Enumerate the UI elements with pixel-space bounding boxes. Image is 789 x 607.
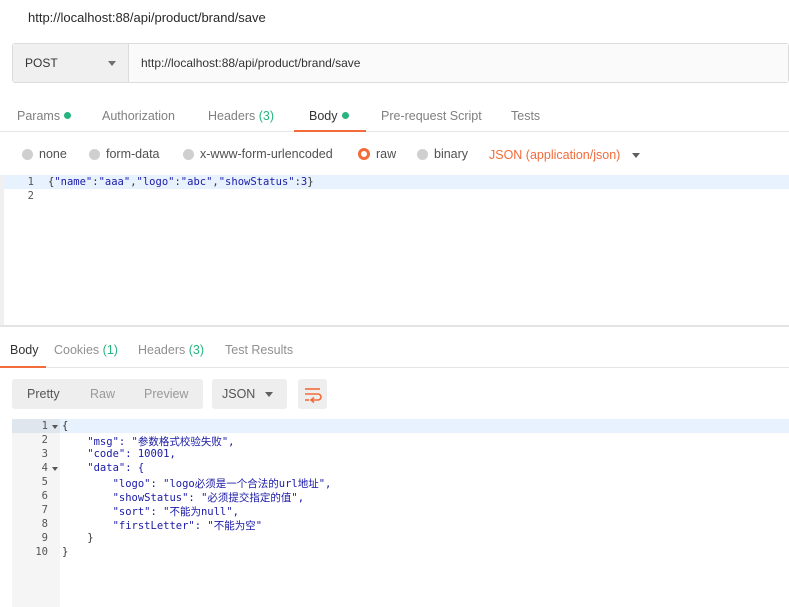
json-key: "name": [54, 176, 93, 188]
radio-icon: [89, 148, 100, 160]
view-mode-group: Pretty Raw Preview: [12, 379, 203, 409]
tab-headers-label: Headers: [208, 109, 256, 123]
line-number: 8: [41, 518, 48, 530]
line-number: 5: [41, 476, 48, 488]
line-number: 6: [41, 490, 48, 502]
headers-count: (3): [258, 109, 275, 123]
body-active-dot-icon: [341, 112, 349, 119]
tab-params-label: Params: [17, 109, 61, 123]
tab-response-headers[interactable]: Headers (3): [138, 338, 204, 368]
tab-body-label: Body: [309, 109, 338, 123]
radio-form-data[interactable]: form-data: [89, 147, 160, 161]
line-number: 2: [27, 190, 34, 202]
request-body-line-1: {"name":"aaa","logo":"abc","showStatus":…: [48, 176, 314, 188]
tab-headers[interactable]: Headers (3): [208, 104, 274, 132]
url-input[interactable]: [129, 44, 788, 82]
line-number: 4: [41, 462, 48, 474]
tab-response-body[interactable]: Body: [0, 338, 46, 368]
url-bar: POST: [12, 43, 789, 83]
json-value: "abc": [180, 176, 213, 188]
json-key: "logo": [136, 176, 175, 188]
chevron-down-icon[interactable]: [632, 153, 640, 158]
response-code-line: }: [62, 546, 69, 558]
tab-tests-label: Tests: [511, 109, 541, 123]
radio-binary[interactable]: binary: [417, 147, 468, 161]
response-tabs: Body Cookies (1) Headers (3) Test Result…: [0, 338, 789, 368]
pretty-button[interactable]: Pretty: [27, 387, 60, 401]
radio-icon: [183, 148, 194, 160]
radio-icon: [417, 148, 428, 160]
json-value: "aaa": [98, 176, 131, 188]
tab-response-body-label: Body: [10, 343, 39, 357]
chevron-down-icon: [265, 392, 273, 397]
brace-close: }: [307, 176, 314, 188]
request-body-editor[interactable]: 1 2 {"name":"aaa","logo":"abc","showStat…: [0, 175, 789, 325]
response-code-line: {: [62, 420, 69, 432]
preview-button[interactable]: Preview: [144, 387, 188, 401]
line-number: 10: [35, 546, 48, 558]
response-code-line: "logo": "logo必须是一个合法的url地址",: [62, 478, 332, 490]
line-number: 1: [41, 420, 48, 432]
response-code-line: "firstLetter": "不能为空": [62, 520, 263, 532]
tab-prerequest-script[interactable]: Pre-request Script: [381, 104, 482, 132]
line-number: 1: [27, 176, 34, 188]
cookies-count: (1): [102, 343, 118, 357]
tab-tests[interactable]: Tests: [511, 104, 540, 132]
radio-urlencoded-label: x-www-form-urlencoded: [200, 147, 333, 161]
wrap-lines-icon: [305, 388, 322, 404]
active-line-highlight: [60, 419, 789, 433]
radio-raw[interactable]: raw: [358, 147, 396, 161]
wrap-lines-button[interactable]: [298, 379, 327, 409]
content-type-select[interactable]: JSON (application/json): [489, 148, 620, 162]
raw-button[interactable]: Raw: [90, 387, 115, 401]
request-title: http://localhost:88/api/product/brand/sa…: [28, 10, 266, 25]
fold-arrow-icon[interactable]: [52, 467, 58, 471]
line-number: 7: [41, 504, 48, 516]
method-select[interactable]: POST: [13, 44, 129, 82]
response-body-viewer[interactable]: 1{2 "msg": "参数格式校验失败", 3 "code": 10001, 4 …: [12, 419, 789, 607]
line-number: 2: [41, 434, 48, 446]
tab-body[interactable]: Body: [294, 104, 366, 132]
response-code-line: "data": {: [62, 462, 145, 474]
response-code-line: "msg": "参数格式校验失败",: [62, 436, 235, 448]
tab-cookies[interactable]: Cookies (1): [54, 338, 118, 368]
radio-none-label: none: [39, 147, 67, 161]
line-number: 9: [41, 532, 48, 544]
response-headers-count: (3): [188, 343, 205, 357]
radio-none[interactable]: none: [22, 147, 67, 161]
params-active-dot-icon: [64, 112, 72, 119]
format-label: JSON: [222, 387, 256, 401]
tab-authorization[interactable]: Authorization: [102, 104, 175, 132]
tab-params[interactable]: Params: [17, 104, 72, 132]
tab-cookies-label: Cookies: [54, 343, 100, 357]
tab-prerequest-label: Pre-request Script: [381, 109, 482, 123]
chevron-down-icon: [108, 61, 116, 66]
radio-form-data-label: form-data: [106, 147, 160, 161]
radio-binary-label: binary: [434, 147, 469, 161]
tab-test-results[interactable]: Test Results: [225, 338, 293, 368]
tab-authorization-label: Authorization: [102, 109, 175, 123]
format-select[interactable]: JSON: [212, 379, 287, 409]
line-number: 3: [41, 448, 48, 460]
response-code-line: }: [62, 532, 94, 544]
radio-icon: [22, 148, 33, 160]
tab-response-headers-label: Headers: [138, 343, 186, 357]
method-label: POST: [25, 56, 58, 70]
tab-test-results-label: Test Results: [225, 343, 294, 357]
body-type-options: none form-data x-www-form-urlencoded raw…: [0, 142, 789, 168]
response-code-line: "sort": "不能为null",: [62, 506, 239, 518]
json-key: "showStatus": [218, 176, 295, 188]
response-code-line: "code": 10001,: [62, 448, 176, 460]
fold-arrow-icon[interactable]: [52, 425, 58, 429]
radio-selected-icon: [358, 148, 370, 160]
pane-divider[interactable]: [0, 325, 789, 327]
radio-raw-label: raw: [376, 147, 397, 161]
request-tabs: Params Authorization Headers (3) Body Pr…: [0, 104, 789, 132]
radio-urlencoded[interactable]: x-www-form-urlencoded: [183, 147, 333, 161]
response-code-line: "showStatus": "必须提交指定的值",: [62, 492, 305, 504]
